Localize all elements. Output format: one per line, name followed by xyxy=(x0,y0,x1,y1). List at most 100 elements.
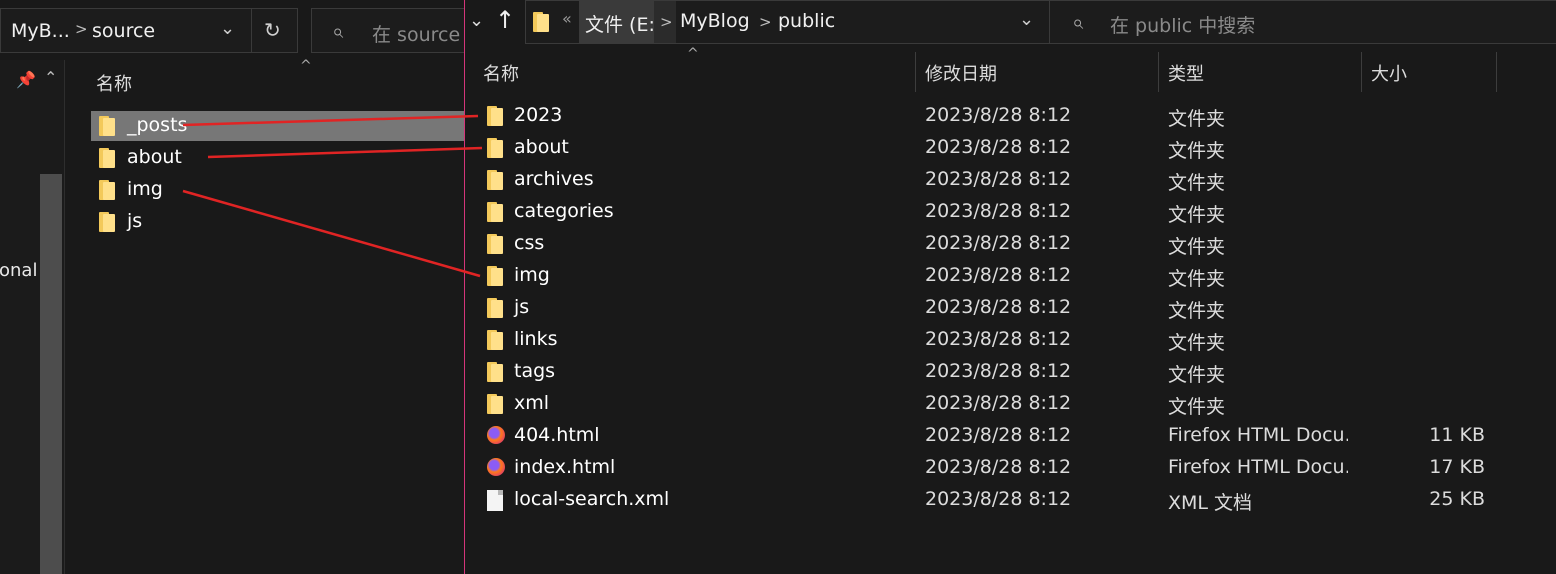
file-name: css xyxy=(514,232,545,254)
document-icon xyxy=(487,490,503,511)
file-type: 文件夹 xyxy=(1168,204,1226,226)
file-date: 2023/8/28 8:12 xyxy=(925,360,1072,382)
folder-icon xyxy=(487,298,505,318)
column-divider[interactable] xyxy=(1496,52,1497,92)
file-date: 2023/8/28 8:12 xyxy=(925,392,1072,414)
file-row[interactable]: css 2023/8/28 8:12 文件夹 xyxy=(465,228,1556,260)
file-name: js xyxy=(514,296,530,318)
file-row-js[interactable]: js xyxy=(91,207,466,237)
divider xyxy=(251,9,252,52)
search-icon: ⌕ xyxy=(332,19,344,43)
breadcrumb-item[interactable]: MyB... xyxy=(11,20,70,42)
search-placeholder: 在 source 中搜索 xyxy=(372,24,470,46)
file-row[interactable]: 2023 2023/8/28 8:12 文件夹 xyxy=(465,100,1556,132)
file-size: 17 KB xyxy=(1429,456,1485,478)
folder-icon xyxy=(487,170,505,190)
search-box[interactable]: ⌕ 在 public 中搜索 xyxy=(1049,0,1556,44)
breadcrumb-item[interactable]: MyBlog xyxy=(680,10,750,32)
column-header-name[interactable]: 名称 xyxy=(483,60,519,86)
file-name: about xyxy=(514,136,569,158)
firefox-icon xyxy=(487,426,505,444)
scrollbar-thumb[interactable] xyxy=(40,174,62,574)
file-name: 404.html xyxy=(514,424,600,446)
file-row[interactable]: xml 2023/8/28 8:12 文件夹 xyxy=(465,388,1556,420)
file-date: 2023/8/28 8:12 xyxy=(925,264,1072,286)
file-row[interactable]: js 2023/8/28 8:12 文件夹 xyxy=(465,292,1556,324)
overflow-chevron-icon[interactable]: « xyxy=(562,9,572,28)
column-divider[interactable] xyxy=(915,52,916,92)
file-type: 文件夹 xyxy=(1168,300,1226,322)
breadcrumb-chevron-icon[interactable]: > xyxy=(75,20,88,38)
search-placeholder: 在 public 中搜索 xyxy=(1110,15,1256,37)
nav-item-label[interactable]: onal xyxy=(0,260,37,281)
file-date: 2023/8/28 8:12 xyxy=(925,168,1072,190)
file-name: 2023 xyxy=(514,104,563,126)
file-name: tags xyxy=(514,360,556,382)
folder-icon xyxy=(487,106,505,126)
folder-icon xyxy=(487,394,505,414)
file-name: categories xyxy=(514,200,614,222)
file-name: about xyxy=(127,146,182,168)
breadcrumb-chevron-icon[interactable]: > xyxy=(759,13,772,31)
file-name: xml xyxy=(514,392,550,414)
file-row[interactable]: index.html 2023/8/28 8:12 Firefox HTML Doc… xyxy=(465,452,1556,484)
file-date: 2023/8/28 8:12 xyxy=(925,136,1072,158)
file-row[interactable]: img 2023/8/28 8:12 文件夹 xyxy=(465,260,1556,292)
file-row[interactable]: archives 2023/8/28 8:12 文件夹 xyxy=(465,164,1556,196)
column-header-type[interactable]: 类型 xyxy=(1168,60,1204,86)
right-explorer-window: ⌄ ↑ « 文件 (E:) > MyBlog > public ⌄ ↻ ⌕ 在 … xyxy=(464,0,1556,574)
file-row-posts[interactable]: _posts xyxy=(91,111,466,141)
file-row[interactable]: about 2023/8/28 8:12 文件夹 xyxy=(465,132,1556,164)
folder-icon xyxy=(99,180,117,200)
breadcrumb-item[interactable]: source xyxy=(92,20,155,42)
column-divider[interactable] xyxy=(1361,52,1362,92)
folder-icon xyxy=(487,234,505,254)
chevron-down-icon[interactable]: ⌄ xyxy=(1019,9,1034,30)
file-row[interactable]: links 2023/8/28 8:12 文件夹 xyxy=(465,324,1556,356)
folder-icon xyxy=(99,116,117,136)
file-row-about[interactable]: about xyxy=(91,143,466,173)
file-type: 文件夹 xyxy=(1168,172,1226,194)
file-type: Firefox HTML Docu... xyxy=(1168,424,1348,446)
column-header-size[interactable]: 大小 xyxy=(1371,60,1407,86)
chevron-down-icon[interactable]: ⌄ xyxy=(220,18,235,39)
file-type: 文件夹 xyxy=(1168,140,1226,162)
file-type: 文件夹 xyxy=(1168,268,1226,290)
file-row[interactable]: categories 2023/8/28 8:12 文件夹 xyxy=(465,196,1556,228)
address-bar[interactable]: MyB... > source ⌄ ↻ xyxy=(0,8,298,53)
file-type: Firefox HTML Docu... xyxy=(1168,456,1348,478)
pin-icon[interactable]: 📌 xyxy=(16,70,36,89)
folder-icon xyxy=(533,12,551,32)
file-size: 11 KB xyxy=(1429,424,1485,446)
file-type: XML 文档 xyxy=(1168,492,1253,514)
column-header-name[interactable]: 名称 xyxy=(96,70,132,96)
column-divider[interactable] xyxy=(1158,52,1159,92)
file-name: index.html xyxy=(514,456,616,478)
file-name: img xyxy=(514,264,550,286)
file-row-img[interactable]: img xyxy=(91,175,466,205)
file-date: 2023/8/28 8:12 xyxy=(925,200,1072,222)
file-row[interactable]: tags 2023/8/28 8:12 文件夹 xyxy=(465,356,1556,388)
column-header-date[interactable]: 修改日期 xyxy=(925,60,997,86)
file-row[interactable]: 404.html 2023/8/28 8:12 Firefox HTML Docu.… xyxy=(465,420,1556,452)
file-date: 2023/8/28 8:12 xyxy=(925,296,1072,318)
breadcrumb-chevron-icon[interactable]: > xyxy=(654,1,676,43)
file-date: 2023/8/28 8:12 xyxy=(925,456,1072,478)
file-date: 2023/8/28 8:12 xyxy=(925,488,1072,510)
file-name: local-search.xml xyxy=(514,488,670,510)
file-type: 文件夹 xyxy=(1168,108,1226,130)
file-date: 2023/8/28 8:12 xyxy=(925,328,1072,350)
search-box[interactable]: ⌕ 在 source 中搜索 xyxy=(311,8,471,53)
recent-locations-chevron-icon[interactable]: ⌄ xyxy=(469,10,484,31)
refresh-icon[interactable]: ↻ xyxy=(264,18,281,42)
file-name: _posts xyxy=(127,114,188,136)
file-row[interactable]: local-search.xml 2023/8/28 8:12 XML 文档 25 K… xyxy=(465,484,1556,516)
file-date: 2023/8/28 8:12 xyxy=(925,104,1072,126)
file-name: img xyxy=(127,178,163,200)
up-arrow-icon[interactable]: ↑ xyxy=(495,6,515,34)
search-icon: ⌕ xyxy=(1072,10,1084,34)
scroll-up-icon[interactable]: ⌃ xyxy=(44,68,57,87)
file-name: js xyxy=(127,210,143,232)
breadcrumb-item[interactable]: public xyxy=(778,10,835,32)
folder-icon xyxy=(487,202,505,222)
